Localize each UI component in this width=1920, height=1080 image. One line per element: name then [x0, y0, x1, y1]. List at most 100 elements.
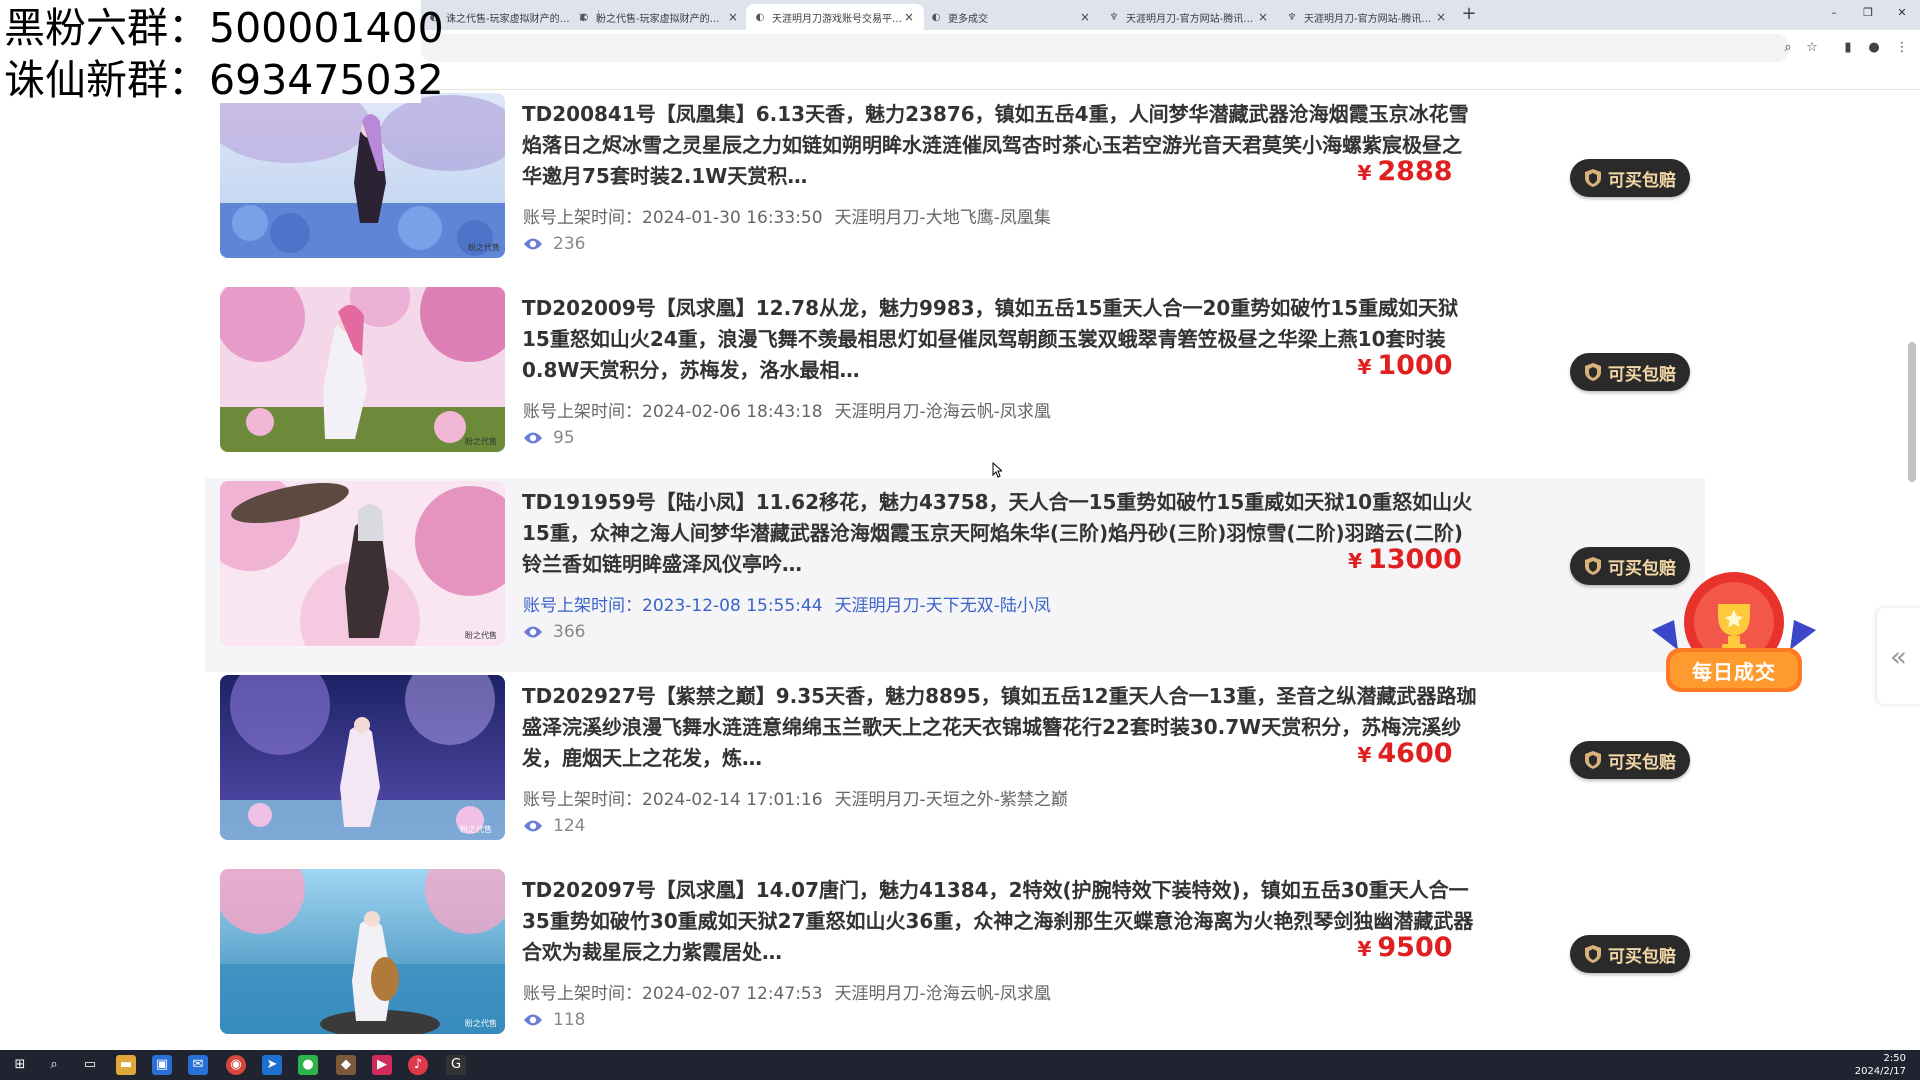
- price-value: 1000: [1377, 350, 1453, 381]
- listing-item[interactable]: 盼之代售 TD200841号【凤凰集】6.13天香，魅力23876，镇如五岳4重…: [205, 90, 1705, 284]
- listed-time: 2024-02-14 17:01:16: [642, 790, 823, 810]
- price-value: 4600: [1377, 738, 1453, 769]
- system-clock[interactable]: 2:50 2024/2/17: [1855, 1052, 1906, 1078]
- browser-tab[interactable]: ♆ 天涯明月刀-官方网站-腾讯游戏 ×: [1278, 4, 1456, 30]
- menu-kebab-icon[interactable]: ⋮: [1892, 38, 1912, 58]
- thumbnail-image: 盼之代售: [220, 93, 505, 258]
- collapse-side-panel-button[interactable]: «: [1877, 608, 1920, 704]
- netease-music-icon[interactable]: ♪: [408, 1055, 428, 1075]
- tab-title: 天涯明月刀-官方网站-腾讯游戏: [1304, 13, 1434, 25]
- shield-icon: [1585, 751, 1601, 769]
- buy-button-label: 可买包赔: [1608, 752, 1676, 773]
- view-count: 95: [523, 428, 575, 448]
- app-icon[interactable]: G: [446, 1055, 466, 1075]
- clock-date: 2024/2/17: [1854, 1066, 1906, 1077]
- listing-thumbnail[interactable]: 盼之代售: [220, 93, 505, 258]
- trophy-badge-icon: [1652, 572, 1816, 703]
- svg-text:盼之代售: 盼之代售: [465, 436, 497, 446]
- shield-icon: [1585, 363, 1601, 381]
- listed-time-label: 账号上架时间：: [523, 984, 642, 1004]
- buy-button-label: 可买包赔: [1608, 946, 1676, 967]
- new-tab-button[interactable]: +: [1458, 4, 1480, 26]
- game-launcher-icon[interactable]: ◆: [336, 1055, 356, 1075]
- view-count: 118: [523, 1010, 585, 1030]
- listing-thumbnail[interactable]: 盼之代售: [220, 675, 505, 840]
- mouse-cursor-icon: [992, 462, 1002, 478]
- close-icon[interactable]: ×: [726, 10, 740, 24]
- app-icon[interactable]: ➤: [262, 1055, 282, 1075]
- wechat-icon[interactable]: ●: [298, 1055, 318, 1075]
- game-favicon-icon: ♆: [1109, 11, 1119, 23]
- browser-tab[interactable]: ♆ 天涯明月刀-官方网站-腾讯游戏 ×: [1100, 4, 1278, 30]
- scrollbar-thumb[interactable]: [1908, 342, 1916, 482]
- server-name: 天涯明月刀-沧海云帆-凤求凰: [834, 402, 1051, 422]
- eye-icon: [524, 432, 542, 444]
- browser-tab-active[interactable]: ◐ 天涯明月刀游戏账号交易平台_天涯 ×: [746, 4, 924, 30]
- shield-icon: [1585, 557, 1601, 575]
- listed-time: 2024-02-07 12:47:53: [642, 984, 823, 1004]
- close-icon[interactable]: ×: [1078, 10, 1092, 24]
- profile-icon[interactable]: ●: [1864, 38, 1884, 58]
- listing-item[interactable]: 盼之代售 TD202009号【凤求凰】12.78从龙，魅力9983，镇如五岳15…: [205, 284, 1705, 478]
- buy-button-label: 可买包赔: [1608, 170, 1676, 191]
- mail-icon[interactable]: ✉: [188, 1055, 208, 1075]
- buy-guarantee-button[interactable]: 可买包赔: [1570, 935, 1690, 973]
- app-icon[interactable]: ▶: [372, 1055, 392, 1075]
- shield-icon: [1585, 945, 1601, 963]
- search-icon[interactable]: ⌕: [44, 1055, 64, 1075]
- address-bar[interactable]: [420, 34, 1790, 62]
- view-count-value: 366: [553, 622, 586, 642]
- thumbnail-image: 盼之代售: [220, 481, 505, 646]
- currency-symbol: ¥: [1357, 937, 1372, 961]
- minimize-icon[interactable]: –: [1826, 6, 1842, 22]
- listing-item[interactable]: 盼之代售 TD202927号【紫禁之巅】9.35天香，魅力8895，镇如五岳12…: [205, 672, 1705, 866]
- svg-text:盼之代售: 盼之代售: [465, 630, 497, 640]
- listed-time-label: 账号上架时间：: [523, 402, 642, 422]
- daily-deals-label: 每日成交: [1692, 660, 1776, 684]
- restore-icon[interactable]: ❐: [1860, 6, 1876, 22]
- listed-time-label: 账号上架时间：: [523, 208, 642, 228]
- bookmark-star-icon[interactable]: ☆: [1802, 38, 1822, 58]
- listing-thumbnail[interactable]: 盼之代售: [220, 287, 505, 452]
- thumbnail-image: 盼之代售: [220, 675, 505, 840]
- currency-symbol: ¥: [1357, 355, 1372, 379]
- svg-text:盼之代售: 盼之代售: [468, 242, 500, 252]
- sidebar-toggle-icon[interactable]: ▮: [1838, 38, 1858, 58]
- listing-item[interactable]: 盼之代售 TD202097号【凤求凰】14.07唐门，魅力41384，2特效(护…: [205, 866, 1705, 1050]
- listed-time: 2024-02-06 18:43:18: [642, 402, 823, 422]
- buy-guarantee-button[interactable]: 可买包赔: [1570, 159, 1690, 197]
- listing-item[interactable]: 盼之代售 TD191959号【陆小凤】11.62移花，魅力43758，天人合一1…: [205, 478, 1705, 672]
- listing-thumbnail[interactable]: 盼之代售: [220, 481, 505, 646]
- listing-meta: 账号上架时间：2024-02-07 12:47:53 天涯明月刀-沧海云帆-凤求凰: [523, 979, 1051, 1004]
- store-icon[interactable]: ▣: [152, 1055, 172, 1075]
- task-view-icon[interactable]: ▭: [80, 1055, 100, 1075]
- buy-guarantee-button[interactable]: 可买包赔: [1570, 353, 1690, 391]
- chrome-icon[interactable]: ◉: [226, 1055, 246, 1075]
- stream-overlay: 黑粉六群：500001400 诛仙新群：693475032: [0, 0, 444, 104]
- server-name: 天涯明月刀-沧海云帆-凤求凰: [834, 984, 1051, 1004]
- price-value: 2888: [1377, 156, 1453, 187]
- close-icon[interactable]: ×: [1434, 10, 1448, 24]
- tab-title: 天涯明月刀游戏账号交易平台_天涯: [772, 13, 902, 25]
- listing-thumbnail[interactable]: 盼之代售: [220, 869, 505, 1034]
- tab-title: 天涯明月刀-官方网站-腾讯游戏: [1126, 13, 1256, 25]
- tab-title: 更多成交: [948, 13, 988, 25]
- view-count-value: 236: [553, 234, 586, 254]
- server-name: 天涯明月刀-天垣之外-紫禁之巅: [834, 790, 1068, 810]
- server-name: 天涯明月刀-天下无双-陆小凤: [834, 596, 1051, 616]
- price: ¥13000: [1325, 544, 1485, 575]
- overlay-group-line-1: 黑粉六群：500001400: [4, 4, 444, 52]
- file-explorer-icon[interactable]: ▬: [116, 1055, 136, 1075]
- close-icon[interactable]: ×: [1256, 10, 1270, 24]
- browser-tab[interactable]: ◐ 更多成交 ×: [922, 4, 1100, 30]
- close-icon[interactable]: ×: [902, 10, 916, 24]
- close-window-icon[interactable]: ✕: [1894, 6, 1910, 22]
- price: ¥1000: [1325, 350, 1485, 381]
- daily-deals-badge[interactable]: 每日成交: [1652, 570, 1816, 710]
- os-taskbar: ⊞ ⌕ ▭ ▬ ▣ ✉ ◉ ➤ ● ◆ ▶ ♪ G 2:50 2024/2/17: [0, 1050, 1920, 1080]
- zoom-icon[interactable]: ⌕: [1778, 38, 1798, 58]
- svg-text:盼之代售: 盼之代售: [460, 824, 492, 834]
- start-menu-icon[interactable]: ⊞: [10, 1055, 30, 1075]
- browser-tab[interactable]: ◐ 盼之代售-玩家虚拟财产的守护者 ×: [570, 4, 748, 30]
- buy-guarantee-button[interactable]: 可买包赔: [1570, 741, 1690, 779]
